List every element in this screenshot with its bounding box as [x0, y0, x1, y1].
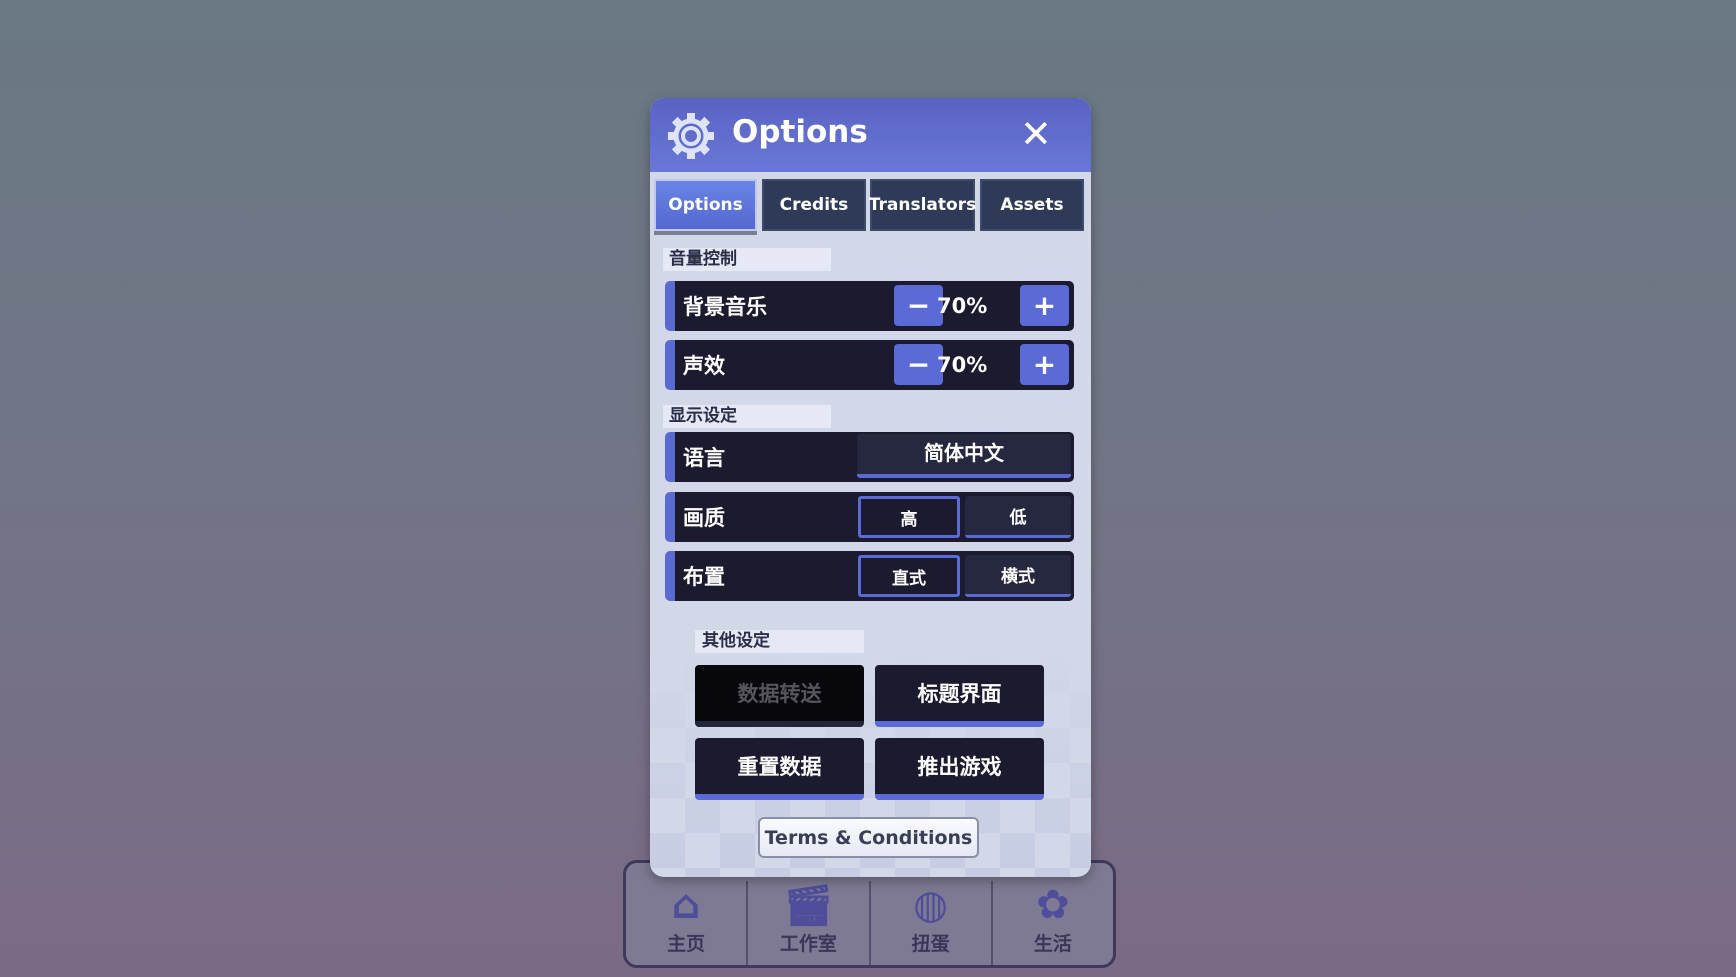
reset-data-button[interactable]: 重置数据: [695, 738, 864, 800]
quality-row: 画质 高 低: [665, 492, 1074, 542]
layout-row: 布置 直式 横式: [665, 551, 1074, 601]
tab-translators[interactable]: Translators: [869, 179, 976, 231]
data-transfer-button[interactable]: 数据转送: [695, 665, 864, 727]
language-label: 语言: [683, 446, 725, 470]
sfx-increase-button[interactable]: +: [1020, 344, 1069, 385]
close-icon[interactable]: ✕: [1020, 112, 1052, 156]
language-row: 语言 简体中文: [665, 432, 1074, 482]
gacha-ball-icon: ◍: [913, 882, 949, 928]
bgm-decrease-button[interactable]: −: [894, 285, 943, 326]
layout-label: 布置: [683, 565, 725, 589]
nav-label: 生活: [1033, 933, 1072, 955]
sfx-value: 70%: [937, 353, 988, 377]
nav-home[interactable]: ⌂ 主页: [626, 881, 749, 965]
options-dialog: Options ✕ Options Credits Translators As…: [650, 98, 1091, 877]
quality-high-option[interactable]: 高: [858, 496, 960, 538]
section-volume: 音量控制: [663, 248, 831, 271]
bgm-label: 背景音乐: [683, 295, 767, 319]
layout-landscape-option[interactable]: 横式: [965, 555, 1071, 597]
terms-button[interactable]: Terms & Conditions: [758, 817, 979, 858]
section-display: 显示设定: [663, 405, 831, 428]
nav-life[interactable]: ✿ 生活: [993, 881, 1113, 965]
section-other: 其他设定: [695, 630, 864, 653]
flower-icon: ✿: [1036, 882, 1070, 928]
sfx-label: 声效: [683, 354, 725, 378]
house-icon: ⌂: [671, 882, 701, 928]
exit-game-button[interactable]: 推出游戏: [875, 738, 1044, 800]
bgm-volume-row: 背景音乐 − 70% +: [665, 281, 1074, 331]
tab-credits[interactable]: Credits: [762, 179, 866, 231]
bgm-value: 70%: [937, 294, 988, 318]
layout-portrait-option[interactable]: 直式: [858, 555, 960, 597]
clapperboard-icon: 🎬︎: [782, 882, 834, 929]
language-select[interactable]: 简体中文: [857, 434, 1071, 478]
gear-icon: [668, 113, 714, 159]
quality-low-option[interactable]: 低: [965, 496, 1071, 538]
nav-gacha[interactable]: ◍ 扭蛋: [871, 881, 993, 965]
dialog-header: Options ✕: [650, 98, 1091, 172]
tab-options[interactable]: Options: [654, 179, 757, 231]
bgm-increase-button[interactable]: +: [1020, 285, 1069, 326]
nav-label: 工作室: [779, 933, 837, 955]
title-screen-button[interactable]: 标题界面: [875, 665, 1044, 727]
sfx-volume-row: 声效 − 70% +: [665, 340, 1074, 390]
nav-label: 主页: [667, 933, 706, 955]
quality-label: 画质: [683, 506, 725, 530]
nav-studio[interactable]: 🎬︎ 工作室: [748, 881, 871, 965]
sfx-decrease-button[interactable]: −: [894, 344, 943, 385]
nav-label: 扭蛋: [911, 933, 950, 955]
dialog-title: Options: [732, 114, 868, 150]
tab-assets[interactable]: Assets: [980, 179, 1084, 231]
